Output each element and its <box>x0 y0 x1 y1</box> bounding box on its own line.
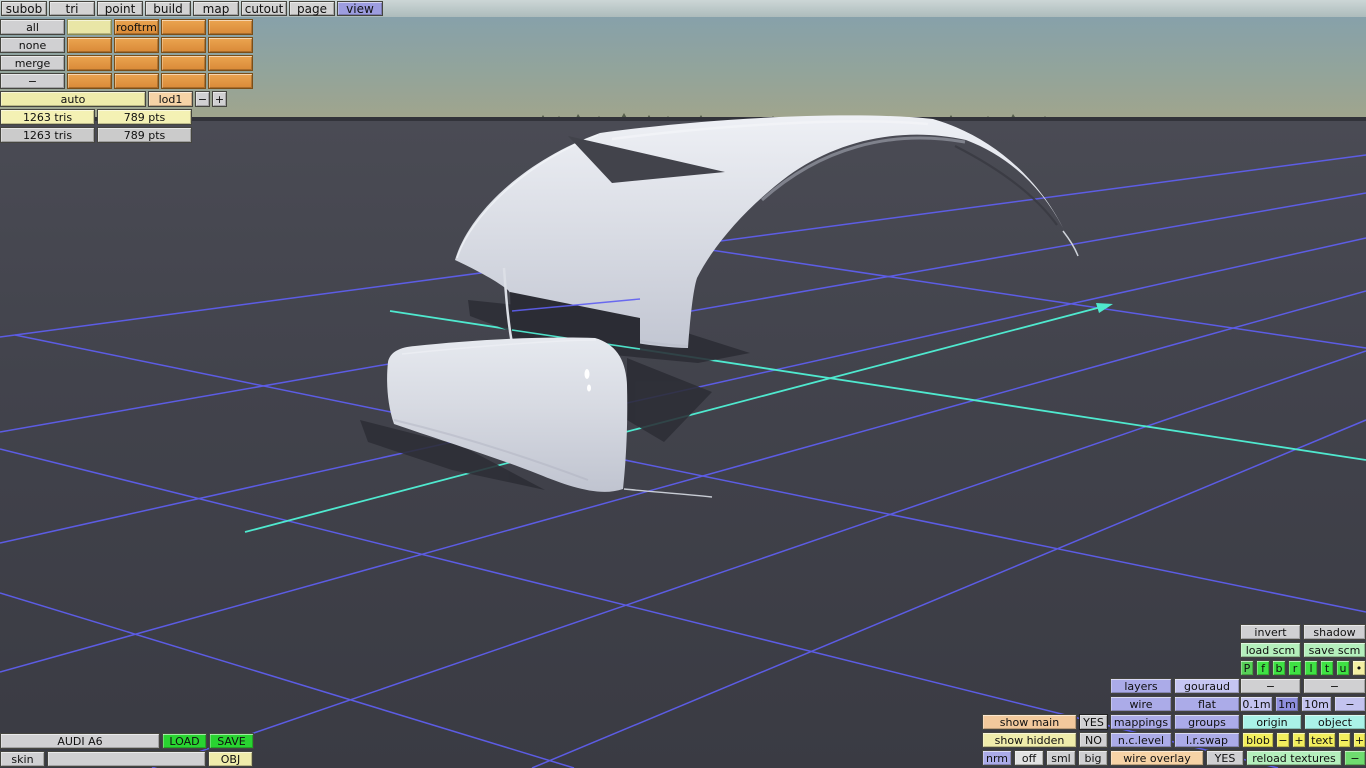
lod-minus-button[interactable]: − <box>195 91 210 107</box>
flag-l-toggle[interactable]: l <box>1304 660 1318 676</box>
tris-count-current: 1263 tris <box>0 109 95 125</box>
dash-a-button[interactable]: − <box>1240 678 1301 694</box>
dash-button[interactable]: − <box>0 73 65 89</box>
specular-glint <box>584 369 590 379</box>
subobject-slot[interactable] <box>161 19 206 35</box>
flag-P-toggle[interactable]: P <box>1240 660 1254 676</box>
show-hidden-button[interactable]: show hidden <box>982 732 1077 748</box>
show-main-button[interactable]: show main <box>982 714 1077 730</box>
flat-button[interactable]: flat <box>1174 696 1240 712</box>
model-name-field[interactable]: AUDI A6 <box>0 733 160 749</box>
blob-minus-button[interactable]: − <box>1276 732 1290 748</box>
sml-button[interactable]: sml <box>1046 750 1076 766</box>
layers-button[interactable]: layers <box>1110 678 1172 694</box>
pts-count-current: 789 pts <box>97 109 192 125</box>
tab-build[interactable]: build <box>145 1 191 16</box>
subobject-slot[interactable] <box>114 37 159 53</box>
subobject-slot-rooftrm[interactable]: rooftrm <box>114 19 159 35</box>
text-button[interactable]: text <box>1308 732 1336 748</box>
lod-auto-button[interactable]: auto <box>0 91 146 107</box>
menu-bar: subob tri point build map cutout page vi… <box>0 0 1366 17</box>
flag-t-toggle[interactable]: t <box>1320 660 1334 676</box>
tab-page[interactable]: page <box>289 1 335 16</box>
invert-button[interactable]: invert <box>1240 624 1301 640</box>
wire-overlay-button[interactable]: wire overlay <box>1110 750 1204 766</box>
flag-u-toggle[interactable]: u <box>1336 660 1350 676</box>
mappings-button[interactable]: mappings <box>1110 714 1172 730</box>
origin-button[interactable]: origin <box>1242 714 1302 730</box>
subobject-slot[interactable] <box>67 73 112 89</box>
wire-overlay-value[interactable]: YES <box>1206 750 1244 766</box>
text-minus-button[interactable]: − <box>1338 732 1351 748</box>
subobject-slot[interactable] <box>208 55 253 71</box>
pts-count-total: 789 pts <box>97 127 192 143</box>
groups-button[interactable]: groups <box>1174 714 1240 730</box>
tab-cutout[interactable]: cutout <box>241 1 287 16</box>
app-window: subob tri point build map cutout page vi… <box>0 0 1366 768</box>
shadow-button[interactable]: shadow <box>1303 624 1366 640</box>
lod-plus-button[interactable]: + <box>212 91 227 107</box>
grid-size-dash-button[interactable]: − <box>1334 696 1366 712</box>
subobject-slot[interactable] <box>161 55 206 71</box>
subobject-slot[interactable] <box>114 73 159 89</box>
tab-point[interactable]: point <box>97 1 143 16</box>
subobject-slot[interactable] <box>161 37 206 53</box>
subobject-slot[interactable] <box>67 55 112 71</box>
grid-size-1m-button[interactable]: 1m <box>1275 696 1299 712</box>
select-all-button[interactable]: all <box>0 19 65 35</box>
wire-button[interactable]: wire <box>1110 696 1172 712</box>
object-button[interactable]: object <box>1304 714 1366 730</box>
specular-glint <box>587 384 591 392</box>
reload-textures-button[interactable]: reload textures <box>1246 750 1342 766</box>
dash-b-button[interactable]: − <box>1303 678 1366 694</box>
subobject-slot[interactable] <box>208 37 253 53</box>
subobject-slot[interactable] <box>208 19 253 35</box>
show-hidden-value[interactable]: NO <box>1079 732 1108 748</box>
skin-button[interactable]: skin <box>0 751 45 767</box>
flag-r-toggle[interactable]: r <box>1288 660 1302 676</box>
tab-view[interactable]: view <box>337 1 383 16</box>
tab-subob[interactable]: subob <box>1 1 47 16</box>
subobject-slot[interactable] <box>67 37 112 53</box>
tris-count-total: 1263 tris <box>0 127 95 143</box>
grid-size-10m-button[interactable]: 10m <box>1301 696 1332 712</box>
load-button[interactable]: LOAD <box>162 733 207 749</box>
reload-dash-button[interactable]: − <box>1344 750 1366 766</box>
big-button[interactable]: big <box>1078 750 1108 766</box>
lod-level-button[interactable]: lod1 <box>148 91 193 107</box>
gouraud-button[interactable]: gouraud <box>1174 678 1240 694</box>
blob-plus-button[interactable]: + <box>1292 732 1306 748</box>
subobject-slot-selected[interactable] <box>67 19 112 35</box>
obj-button[interactable]: OBJ <box>208 751 253 767</box>
subobject-slot[interactable] <box>208 73 253 89</box>
load-scm-button[interactable]: load scm <box>1240 642 1301 658</box>
skin-name-field[interactable] <box>47 751 206 767</box>
select-none-button[interactable]: none <box>0 37 65 53</box>
nrm-button[interactable]: nrm <box>982 750 1012 766</box>
subobject-slot[interactable] <box>114 55 159 71</box>
blob-button[interactable]: blob <box>1242 732 1274 748</box>
nc-level-button[interactable]: n.c.level <box>1110 732 1172 748</box>
subobject-slot[interactable] <box>161 73 206 89</box>
tab-map[interactable]: map <box>193 1 239 16</box>
flag-f-toggle[interactable]: f <box>1256 660 1270 676</box>
lr-swap-button[interactable]: l.r.swap <box>1174 732 1240 748</box>
grid-size-01m-button[interactable]: 0.1m <box>1240 696 1273 712</box>
flag-dot-toggle[interactable]: • <box>1352 660 1366 676</box>
save-button[interactable]: SAVE <box>209 733 254 749</box>
tab-tri[interactable]: tri <box>49 1 95 16</box>
off-button[interactable]: off <box>1014 750 1044 766</box>
save-scm-button[interactable]: save scm <box>1303 642 1366 658</box>
text-plus-button[interactable]: + <box>1353 732 1366 748</box>
viewport-3d[interactable] <box>0 0 1366 768</box>
flag-b-toggle[interactable]: b <box>1272 660 1286 676</box>
show-main-value[interactable]: YES <box>1079 714 1108 730</box>
merge-button[interactable]: merge <box>0 55 65 71</box>
